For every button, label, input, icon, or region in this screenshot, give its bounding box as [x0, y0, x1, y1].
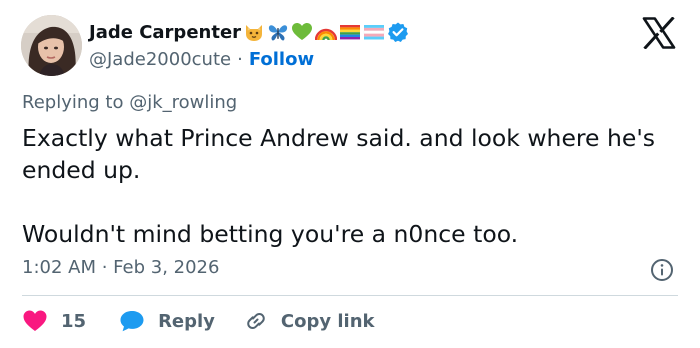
butterfly-icon — [267, 21, 289, 43]
like-count: 15 — [61, 310, 87, 332]
copy-link-button[interactable]: Copy link — [244, 309, 375, 333]
name-row: Jade Carpenter — [89, 19, 411, 45]
replying-to-line: Replying to @jk_rowling — [22, 92, 237, 113]
speech-bubble-icon — [119, 309, 145, 333]
green-heart-icon — [291, 21, 313, 43]
link-icon — [244, 309, 268, 333]
reply-label: Reply — [158, 310, 215, 332]
cat-face-icon — [243, 21, 265, 43]
user-handle[interactable]: @Jade2000cute — [89, 49, 231, 70]
follow-button[interactable]: Follow — [249, 49, 314, 70]
x-logo-icon[interactable] — [642, 16, 676, 50]
transgender-flag-icon — [363, 21, 385, 43]
info-icon[interactable] — [650, 258, 674, 282]
heart-icon — [22, 309, 48, 333]
avatar-image — [21, 15, 82, 76]
tweet-actions: 15 Reply Copy link — [22, 306, 375, 336]
separator-dot: · — [237, 48, 243, 70]
avatar[interactable] — [21, 15, 82, 76]
copy-link-label: Copy link — [280, 310, 375, 332]
tweet-timestamp[interactable]: 1:02 AM · Feb 3, 2026 — [22, 257, 219, 278]
like-button[interactable]: 15 — [22, 309, 119, 333]
reply-mention-link[interactable]: @jk_rowling — [129, 92, 237, 113]
divider — [22, 295, 678, 296]
reply-button[interactable]: Reply — [119, 309, 244, 333]
rainbow-flag-icon — [339, 21, 361, 43]
display-name[interactable]: Jade Carpenter — [89, 22, 241, 43]
replying-to-label: Replying to — [22, 92, 130, 113]
embedded-tweet-card: Jade Carpenter @Jade2000cute · Follow Re… — [0, 0, 700, 348]
tweet-text: Exactly what Prince Andrew said. and loo… — [22, 124, 656, 248]
rainbow-icon — [314, 21, 338, 43]
verified-badge-icon — [387, 21, 409, 43]
handle-row: @Jade2000cute · Follow — [89, 47, 314, 71]
